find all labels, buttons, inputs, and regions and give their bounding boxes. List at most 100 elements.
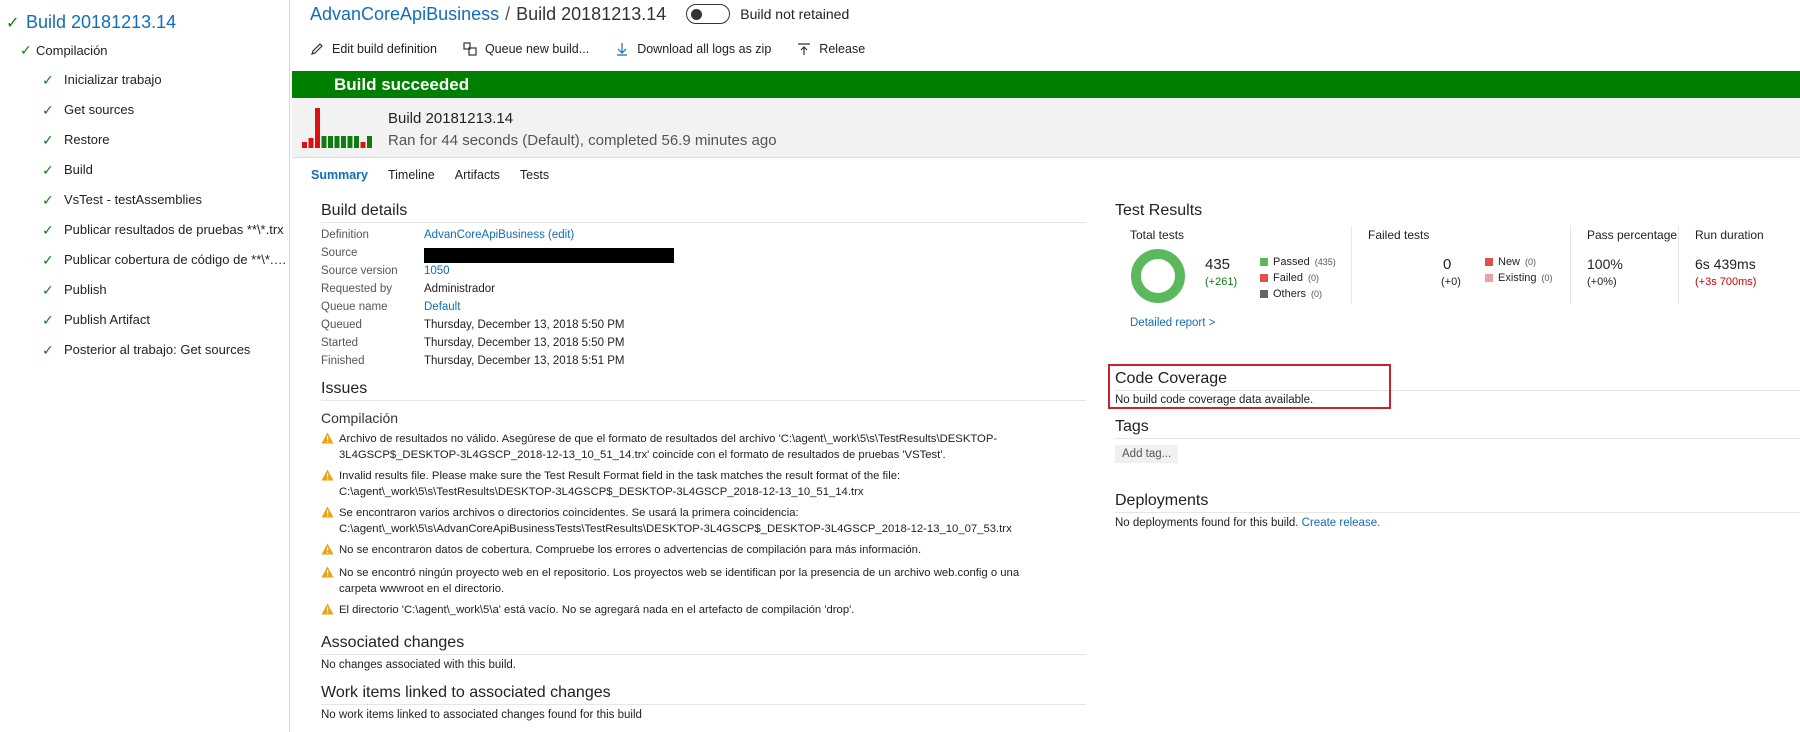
sidebar-step[interactable]: ✓ Publicar cobertura de código de **\*.… xyxy=(42,248,287,278)
check-icon: ✓ xyxy=(42,72,54,88)
retain-toggle-label: Build not retained xyxy=(740,6,850,22)
failed-tests-count: 0 xyxy=(1443,256,1452,273)
check-icon: ✓ xyxy=(6,14,20,32)
issue-line: El directorio 'C:\agent\_work\5\a' está … xyxy=(339,604,855,616)
issue-line: Se encontraron varios archivos o directo… xyxy=(339,507,799,519)
queue-new-build-label: Queue new build... xyxy=(484,42,590,56)
issue-item[interactable]: Se encontraron varios archivos o directo… xyxy=(321,505,1086,537)
history-bar-succeeded[interactable] xyxy=(334,136,340,148)
breadcrumb-definition-link[interactable]: AdvanCoreApiBusiness xyxy=(310,4,499,25)
tab-summary[interactable]: Summary xyxy=(311,168,368,182)
history-bar-succeeded[interactable] xyxy=(354,136,359,148)
detail-key: Source version xyxy=(321,265,398,277)
sidebar-step[interactable]: ✓ Publish xyxy=(42,278,287,308)
issue-item[interactable]: Archivo de resultados no válido. Asegúre… xyxy=(321,431,1086,463)
history-bar-succeeded[interactable] xyxy=(328,136,333,148)
issue-item[interactable]: No se encontraron datos de cobertura. Co… xyxy=(321,542,1086,560)
legend-passed: Passed (435) xyxy=(1260,254,1336,270)
retain-toggle[interactable] xyxy=(686,4,731,24)
queue-new-build-button[interactable]: Queue new build... xyxy=(463,42,589,56)
history-bar-succeeded[interactable] xyxy=(341,136,346,148)
check-icon: ✓ xyxy=(42,342,54,358)
sidebar-step-label: Publish xyxy=(64,282,107,297)
sidebar-job-label: Compilación xyxy=(36,43,108,58)
history-bar-failed[interactable] xyxy=(315,108,320,148)
check-icon: ✓ xyxy=(42,132,54,148)
history-bar-failed[interactable] xyxy=(308,138,314,148)
tab-timeline[interactable]: Timeline xyxy=(388,168,435,182)
sidebar-step[interactable]: ✓ Publicar resultados de pruebas **\*.trx xyxy=(42,218,287,248)
issue-line: C:\agent\_work\5\s\AdvanCoreApiBusinessT… xyxy=(339,523,1012,535)
sidebar-step-label: Inicializar trabajo xyxy=(64,72,162,87)
build-history-chart[interactable] xyxy=(300,106,382,152)
issue-item[interactable]: No se encontró ningún proyecto web en el… xyxy=(321,565,1086,597)
legend-existing: Existing (0) xyxy=(1485,270,1553,286)
failed-legend: New (0) Existing (0) xyxy=(1485,254,1553,286)
release-icon xyxy=(798,43,811,55)
legend-new: New (0) xyxy=(1485,254,1553,270)
history-bar-failed[interactable] xyxy=(302,142,307,148)
breadcrumb-build: Build 20181213.14 xyxy=(516,3,667,24)
sidebar-step-label: VsTest - testAssemblies xyxy=(64,192,202,207)
divider xyxy=(1570,226,1571,304)
sidebar-step[interactable]: ✓ Publish Artifact xyxy=(42,308,287,338)
source-version-link[interactable]: 1050 xyxy=(424,265,450,283)
legend-others-label: Others xyxy=(1273,288,1307,300)
check-icon: ✓ xyxy=(20,42,32,58)
detail-value: Thursday, December 13, 2018 5:50 PM xyxy=(424,319,625,331)
failed-tests-delta: (+0) xyxy=(1441,276,1461,288)
history-bar-succeeded[interactable] xyxy=(321,136,327,148)
history-bar-succeeded[interactable] xyxy=(367,136,372,148)
sidebar-step-label: Get sources xyxy=(64,102,135,117)
issues-title: Issues xyxy=(321,380,1086,401)
sidebar-job-item[interactable]: ✓ Compilación xyxy=(20,42,108,59)
add-tag-input[interactable]: Add tag... xyxy=(1115,445,1179,463)
sidebar-step[interactable]: ✓ Inicializar trabajo xyxy=(42,68,287,98)
associated-changes-text: No changes associated with this build. xyxy=(321,659,516,671)
associated-changes-section: Associated changes No changes associated… xyxy=(321,634,1086,671)
download-logs-button[interactable]: Download all logs as zip xyxy=(615,42,771,56)
sidebar-step[interactable]: ✓ Build xyxy=(42,158,287,188)
sidebar-step[interactable]: ✓ VsTest - testAssemblies xyxy=(42,188,287,218)
issue-item[interactable]: El directorio 'C:\agent\_work\5\a' está … xyxy=(321,602,1086,620)
build-details-table: Definition AdvanCoreApiBusiness (edit) So… xyxy=(321,229,1086,373)
create-release-link[interactable]: Create release. xyxy=(1302,517,1381,529)
detail-row: Source version 1050 xyxy=(321,265,1086,283)
sidebar-root-item[interactable]: ✓ Build 20181213.14 xyxy=(6,12,176,33)
detail-value: Thursday, December 13, 2018 5:50 PM xyxy=(424,337,625,349)
detailed-report-link[interactable]: Detailed report > xyxy=(1130,317,1215,329)
edit-build-definition-button[interactable]: Edit build definition xyxy=(310,42,437,56)
build-number: Build 20181213.14 xyxy=(388,110,514,127)
build-tabs: Summary Timeline Artifacts Tests xyxy=(311,168,549,182)
page-header: AdvanCoreApiBusiness / Build 20181213.14… xyxy=(292,0,1800,28)
issue-line: Archivo de resultados no válido. Asegúre… xyxy=(339,433,998,445)
issue-line: No se encontraron datos de cobertura. Co… xyxy=(339,544,922,556)
detail-row: Queued Thursday, December 13, 2018 5:50 P… xyxy=(321,319,1086,337)
detail-key: Requested by xyxy=(321,283,392,295)
legend-existing-label: Existing xyxy=(1498,272,1537,284)
warning-icon xyxy=(321,505,339,537)
tab-artifacts[interactable]: Artifacts xyxy=(455,168,500,182)
history-bar-succeeded[interactable] xyxy=(347,136,353,148)
history-bar-failed[interactable] xyxy=(360,142,366,148)
total-tests-delta: (+261) xyxy=(1205,276,1238,288)
build-summary: Ran for 44 seconds (Default), completed … xyxy=(388,132,777,149)
sidebar-root-label: Build 20181213.14 xyxy=(26,12,177,32)
sidebar-step[interactable]: ✓ Restore xyxy=(42,128,287,158)
definition-link[interactable]: AdvanCoreApiBusiness (edit) xyxy=(424,229,574,247)
tab-tests[interactable]: Tests xyxy=(520,168,549,182)
warning-icon xyxy=(321,602,339,620)
sidebar-step[interactable]: ✓ Get sources xyxy=(42,98,287,128)
download-logs-label: Download all logs as zip xyxy=(637,42,772,56)
legend-new-label: New xyxy=(1498,256,1521,268)
deployments-text-row: No deployments found for this build. Cre… xyxy=(1115,517,1800,529)
build-status-banner: Build succeeded xyxy=(292,71,1800,98)
issue-item[interactable]: Invalid results file. Please make sure t… xyxy=(321,468,1086,500)
issue-line: carpeta wwwroot en el directorio. xyxy=(339,583,505,595)
total-tests-count: 435 xyxy=(1205,256,1231,273)
release-button[interactable]: Release xyxy=(797,42,865,56)
sidebar-step[interactable]: ✓ Posterior al trabajo: Get sources xyxy=(42,338,287,368)
download-icon xyxy=(617,43,628,56)
queue-name-link[interactable]: Default xyxy=(424,301,460,319)
detail-row: Started Thursday, December 13, 2018 5:50 … xyxy=(321,337,1086,355)
